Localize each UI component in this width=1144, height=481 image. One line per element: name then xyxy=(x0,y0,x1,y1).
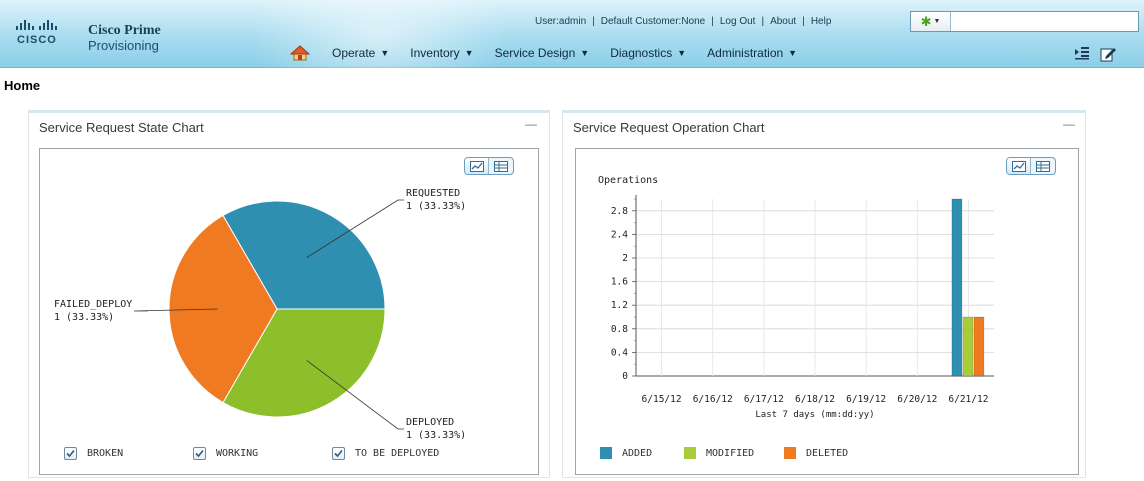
legend-label: MODIFIED xyxy=(706,447,755,459)
search-scope-dropdown[interactable]: ✱ ▼ xyxy=(911,12,951,31)
logout-link[interactable]: Log Out xyxy=(720,16,756,27)
nav-label: Inventory xyxy=(410,46,460,60)
customer-label: Default Customer:None xyxy=(600,16,706,27)
minimize-icon[interactable]: — xyxy=(1063,117,1077,131)
x-axis-label: Last 7 days (mm:dd:yy) xyxy=(755,410,874,420)
separator: | xyxy=(711,16,714,27)
nav-label: Operate xyxy=(332,46,376,60)
chevron-down-icon: ▼ xyxy=(677,48,687,58)
legend-label: DELETED xyxy=(806,447,849,459)
chevron-down-icon: ▼ xyxy=(788,48,798,58)
nav-label: Administration xyxy=(707,46,784,60)
nav-operate[interactable]: Operate ▼ xyxy=(332,46,389,60)
pie-slice-name: REQUESTED xyxy=(406,188,460,199)
search-input[interactable] xyxy=(953,13,1137,30)
nav-administration[interactable]: Administration ▼ xyxy=(707,46,797,60)
x-tick-label: 6/20/12 xyxy=(897,394,937,405)
x-tick-label: 6/16/12 xyxy=(693,394,733,405)
state-chart-panel: Service Request State Chart — REQUESTED 1… xyxy=(28,110,550,478)
y-tick-label: 2.8 xyxy=(611,206,628,217)
legend-swatch xyxy=(600,447,612,459)
checkbox[interactable] xyxy=(64,447,77,460)
x-tick-label: 6/21/12 xyxy=(948,394,988,405)
bar-modified-6-21-12[interactable] xyxy=(962,316,974,377)
y-tick-label: 0.8 xyxy=(611,324,628,335)
bar-added-6-21-12[interactable] xyxy=(951,198,963,377)
bar-deleted-6-21-12[interactable] xyxy=(973,316,985,377)
y-tick-label: 0.4 xyxy=(611,347,628,358)
chevron-down-icon: ▼ xyxy=(580,48,590,58)
legend-swatch xyxy=(784,447,796,459)
y-tick-label: 2 xyxy=(622,253,628,264)
checkbox-label: TO BE DEPLOYED xyxy=(355,448,440,459)
x-tick-label: 6/15/12 xyxy=(642,394,682,405)
y-axis-label: Operations xyxy=(598,175,658,186)
panel-title: Service Request State Chart xyxy=(39,120,204,135)
x-tick-label: 6/17/12 xyxy=(744,394,784,405)
about-link[interactable]: About xyxy=(770,16,796,27)
chevron-down-icon: ▼ xyxy=(380,48,390,58)
pie-slice-value: 1 (33.33%) xyxy=(406,201,466,212)
cisco-logo[interactable]: CISCO Cisco Prime Provisioning xyxy=(16,16,176,56)
search-box: ✱ ▼ xyxy=(910,11,1139,32)
legend-added[interactable]: ADDED xyxy=(600,447,652,459)
checkbox-label: WORKING xyxy=(216,448,259,459)
nav-service-design[interactable]: Service Design ▼ xyxy=(495,46,590,60)
y-tick-label: 1.2 xyxy=(611,300,628,311)
y-tick-label: 0 xyxy=(622,371,628,382)
main-nav: Operate ▼ Inventory ▼ Service Design ▼ Diag… xyxy=(290,44,818,62)
state-pie-chart: REQUESTED 1 (33.33%) DEPLOYED 1 (33.33%) FAI… xyxy=(54,188,466,439)
x-tick-label: 6/19/12 xyxy=(846,394,886,405)
legend-modified[interactable]: MODIFIED xyxy=(684,447,754,459)
product-name: Cisco Prime xyxy=(88,23,161,38)
nav-diagnostics[interactable]: Diagnostics ▼ xyxy=(610,46,686,60)
help-link[interactable]: Help xyxy=(811,16,832,27)
page-title: Home xyxy=(4,78,41,93)
legend-deleted[interactable]: DELETED xyxy=(784,447,848,459)
operation-chart-box: Operations 0 0.4 0.8 1.2 1.6 2 2.4 2.8 6/15/12 6/1… xyxy=(575,148,1079,475)
checkbox-broken[interactable]: BROKEN xyxy=(64,447,123,460)
pie-slice-name: DEPLOYED xyxy=(406,417,454,428)
header-bar: CISCO Cisco Prime Provisioning User:admi… xyxy=(0,0,1144,110)
utility-bar: User:admin | Default Customer:None | Log… xyxy=(535,16,831,27)
operation-bar-chart: Operations 0 0.4 0.8 1.2 1.6 2 2.4 2.8 6/15/12 6/1… xyxy=(598,175,994,420)
nav-label: Diagnostics xyxy=(610,46,673,60)
cisco-wordmark: CISCO xyxy=(17,34,57,46)
y-tick-label: 1.6 xyxy=(611,277,628,288)
legend-swatch xyxy=(684,447,696,459)
pie-slice-value: 1 (33.33%) xyxy=(406,430,466,439)
nav-inventory[interactable]: Inventory ▼ xyxy=(410,46,473,60)
pie-slice-value: 1 (33.33%) xyxy=(54,312,114,323)
checkbox[interactable] xyxy=(332,447,345,460)
pie-slice-name: FAILED_DEPLOY xyxy=(54,299,132,310)
separator: | xyxy=(761,16,765,27)
state-chart-box: REQUESTED 1 (33.33%) DEPLOYED 1 (33.33%) FAI… xyxy=(39,148,539,475)
x-tick-label: 6/18/12 xyxy=(795,394,835,405)
nav-label: Service Design xyxy=(494,46,576,60)
separator: | xyxy=(592,16,595,27)
checkbox[interactable] xyxy=(193,447,206,460)
user-label: User:admin xyxy=(535,16,587,27)
header-tools xyxy=(1074,46,1116,67)
chevron-down-icon: ▼ xyxy=(933,18,941,25)
home-icon[interactable] xyxy=(290,44,312,62)
panel-title: Service Request Operation Chart xyxy=(573,120,765,135)
app-window: CISCO Cisco Prime Provisioning User:admi… xyxy=(0,0,1144,481)
checkbox-to-be-deployed[interactable]: TO BE DEPLOYED xyxy=(332,447,439,460)
product-module: Provisioning xyxy=(88,38,159,53)
minimize-icon[interactable]: — xyxy=(525,117,539,131)
checkbox-working[interactable]: WORKING xyxy=(193,447,258,460)
chevron-down-icon: ▼ xyxy=(464,48,474,58)
separator: | xyxy=(802,16,805,27)
legend-label: ADDED xyxy=(622,447,653,459)
person-icon: ✱ xyxy=(920,14,932,29)
checkbox-label: BROKEN xyxy=(87,448,124,459)
edit-icon[interactable] xyxy=(1100,46,1116,67)
y-tick-label: 2.4 xyxy=(611,229,628,240)
operation-chart-panel: Service Request Operation Chart — Operat… xyxy=(562,110,1086,478)
cisco-bridge-icon xyxy=(16,20,57,30)
list-indent-icon[interactable] xyxy=(1074,46,1090,67)
